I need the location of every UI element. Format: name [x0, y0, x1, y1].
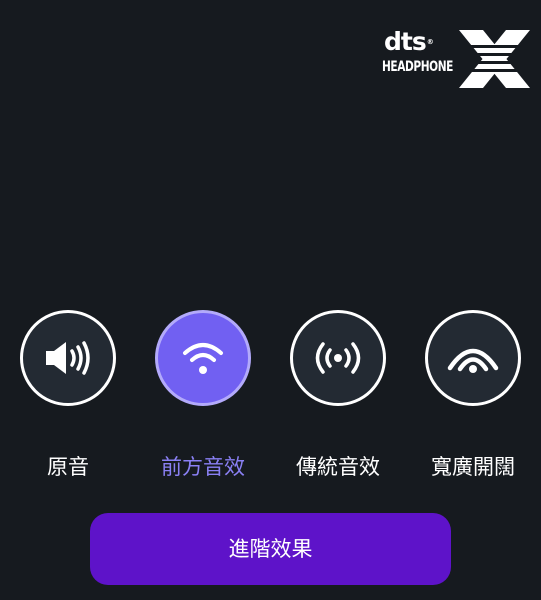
- dts-headphone-x-screen: dts® HEADPHONE 原音 前方音效 傳統音效 寬廣開闊 進階效果: [0, 0, 541, 600]
- mode-button-original[interactable]: [20, 310, 116, 406]
- mode-label-front[interactable]: 前方音效: [161, 452, 245, 482]
- logo-dts-text: dts®: [384, 27, 434, 56]
- broadcast-icon: [315, 342, 361, 374]
- mode-label-wide[interactable]: 寬廣開闊: [431, 452, 515, 482]
- logo-headphone-text: HEADPHONE: [382, 59, 453, 75]
- mode-label-original[interactable]: 原音: [47, 452, 89, 482]
- mode-button-front[interactable]: [155, 310, 251, 406]
- logo-x-mark: [457, 30, 532, 88]
- dts-headphone-x-logo: dts® HEADPHONE: [380, 27, 532, 90]
- speaker-volume-icon: [46, 341, 90, 375]
- mode-label-traditional[interactable]: 傳統音效: [296, 452, 380, 482]
- mode-button-traditional[interactable]: [290, 310, 386, 406]
- mode-button-wide[interactable]: [425, 310, 521, 406]
- wide-arc-icon: [447, 348, 499, 373]
- wifi-arc-icon: [183, 343, 223, 374]
- advanced-effects-button[interactable]: 進階效果: [90, 513, 451, 585]
